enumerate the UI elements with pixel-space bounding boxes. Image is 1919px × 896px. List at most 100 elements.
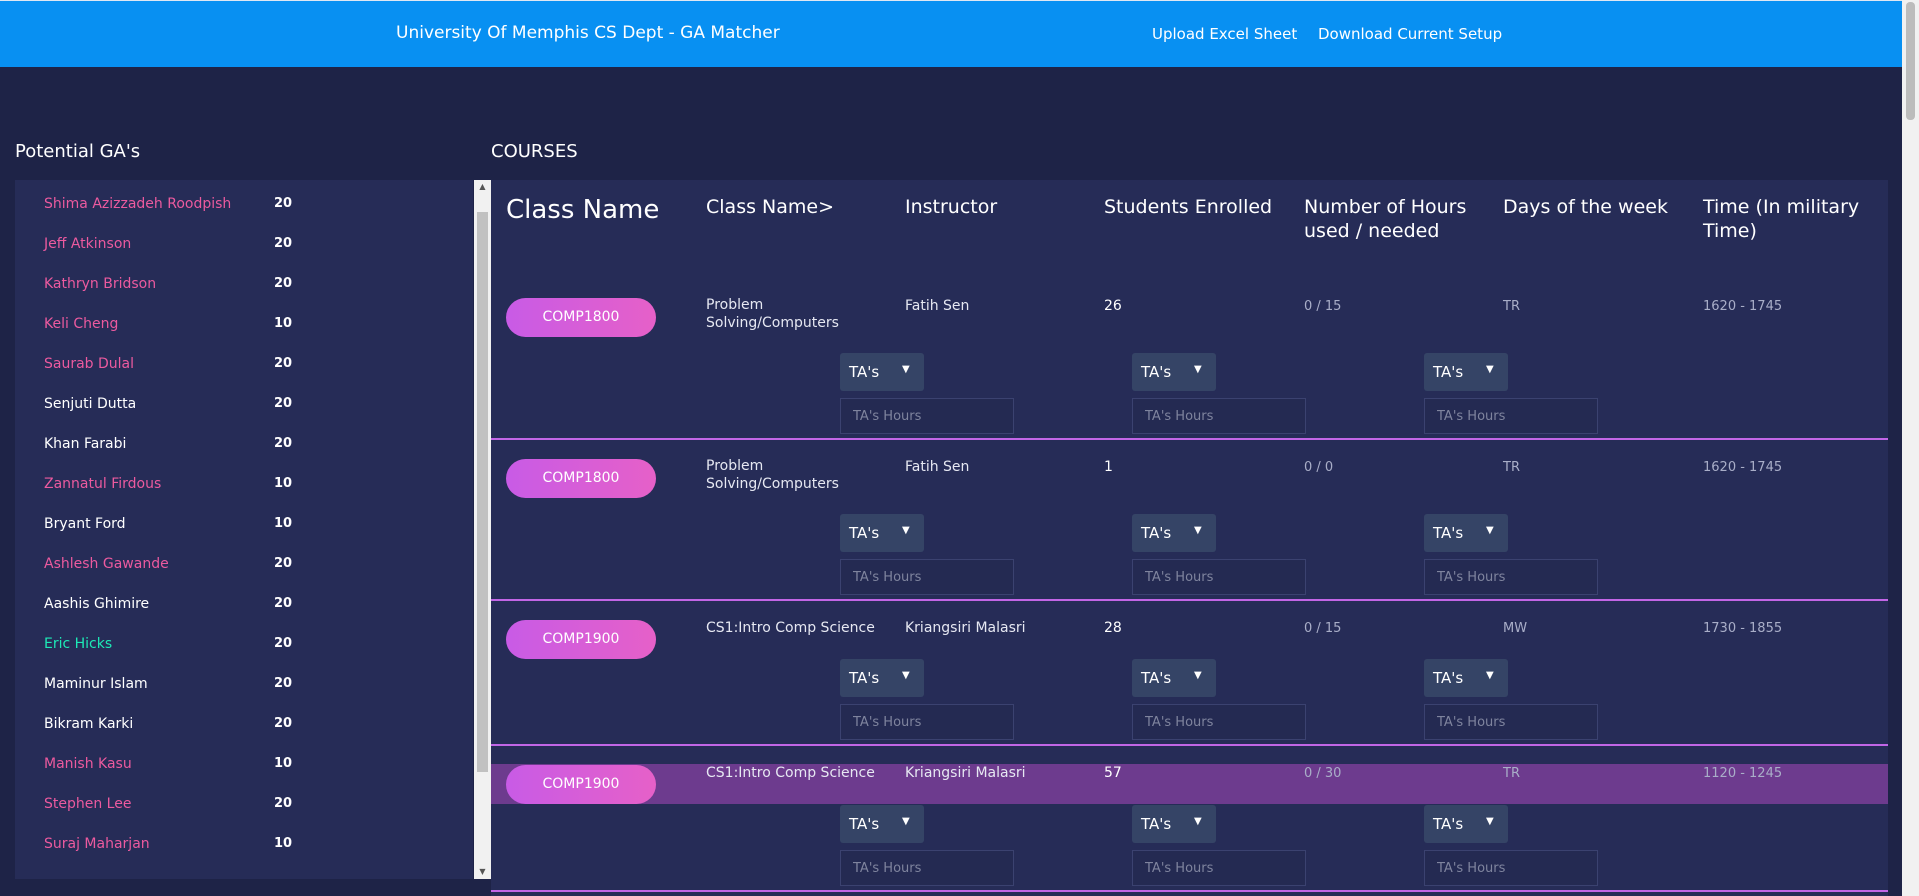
scroll-up-icon[interactable]: ▲ [474, 180, 491, 194]
course-code-button[interactable]: COMP1900 [506, 620, 656, 659]
ga-hours: 10 [274, 516, 293, 531]
course-days: TR [1503, 460, 1520, 475]
col-header-days: Days of the week [1503, 196, 1668, 218]
ga-name: Senjuti Dutta [44, 396, 137, 412]
row-divider [491, 744, 1888, 746]
ga-name: Zannatul Firdous [44, 476, 162, 492]
col-header-time: Time (In military Time) [1703, 196, 1860, 242]
ta-select[interactable]: TA's ▼ [1132, 353, 1216, 391]
course-time: 1620 - 1745 [1703, 299, 1783, 314]
course-hours: 0 / 15 [1304, 621, 1342, 636]
ta-select[interactable]: TA's ▼ [1424, 353, 1508, 391]
col-header-students-enrolled: Students Enrolled [1104, 196, 1273, 218]
ta-hours-input[interactable] [840, 850, 1014, 886]
row-divider [491, 438, 1888, 440]
ta-select[interactable]: TA's ▼ [840, 353, 924, 391]
ga-hours: 20 [274, 436, 293, 451]
ta-select-label: TA's [1433, 815, 1464, 833]
ta-hours-input[interactable] [840, 398, 1014, 434]
ga-list-scrollbar-thumb[interactable] [477, 212, 488, 772]
ga-hours: 10 [274, 756, 293, 771]
course-instructor: Fatih Sen [905, 298, 970, 314]
ta-select[interactable]: TA's ▼ [1424, 805, 1508, 843]
ga-name: Bikram Karki [44, 716, 134, 732]
ga-hours: 20 [274, 236, 293, 251]
ta-select-label: TA's [1141, 815, 1172, 833]
ga-hours: 20 [274, 196, 293, 211]
ga-hours: 20 [274, 676, 293, 691]
page-scrollbar[interactable] [1902, 0, 1919, 896]
course-enrolled: 57 [1104, 765, 1122, 781]
ga-hours: 20 [274, 396, 293, 411]
ga-hours: 10 [274, 476, 293, 491]
col-header-instructor: Instructor [905, 196, 998, 218]
ta-hours-input[interactable] [840, 559, 1014, 595]
course-days: TR [1503, 299, 1520, 314]
course-enrolled: 1 [1104, 459, 1113, 475]
ta-hours-input[interactable] [1132, 704, 1306, 740]
course-hours: 0 / 15 [1304, 299, 1342, 314]
ta-hours-input[interactable] [1424, 559, 1598, 595]
upload-excel-link[interactable]: Upload Excel Sheet [1152, 25, 1297, 43]
course-instructor: Kriangsiri Malasri [905, 765, 1026, 781]
ga-name: Aashis Ghimire [44, 596, 150, 612]
ga-hours: 20 [274, 356, 293, 371]
ga-name: Eric Hicks [44, 636, 113, 652]
ta-hours-input[interactable] [1132, 559, 1306, 595]
ta-select[interactable]: TA's ▼ [1424, 659, 1508, 697]
ga-hours: 10 [274, 316, 293, 331]
chevron-down-icon: ▼ [1194, 364, 1202, 375]
course-instructor: Fatih Sen [905, 459, 970, 475]
courses-title: COURSES [491, 141, 578, 162]
ga-list-scrollbar[interactable]: ▲ ▼ [474, 180, 491, 879]
ta-select[interactable]: TA's ▼ [840, 805, 924, 843]
chevron-down-icon: ▼ [1486, 816, 1494, 827]
ga-hours: 20 [274, 596, 293, 611]
course-hours: 0 / 30 [1304, 766, 1342, 781]
course-code-button[interactable]: COMP1900 [506, 765, 656, 804]
ta-select[interactable]: TA's ▼ [1424, 514, 1508, 552]
ga-name: Ashlesh Gawande [44, 556, 169, 572]
ta-hours-input[interactable] [1424, 704, 1598, 740]
ta-hours-input[interactable] [840, 704, 1014, 740]
col-header-class-name-2: Class Name> [706, 196, 834, 218]
scroll-down-icon[interactable]: ▼ [474, 865, 491, 879]
ta-select[interactable]: TA's ▼ [840, 659, 924, 697]
ga-hours: 20 [274, 276, 293, 291]
course-name: CS1:Intro Comp Science [706, 620, 875, 636]
ga-name: Bryant Ford [44, 516, 126, 532]
ta-hours-input[interactable] [1132, 850, 1306, 886]
ta-hours-input[interactable] [1424, 850, 1598, 886]
download-setup-link[interactable]: Download Current Setup [1318, 25, 1502, 43]
ta-hours-input[interactable] [1424, 398, 1598, 434]
ta-hours-input[interactable] [1132, 398, 1306, 434]
ga-name: Shima Azizzadeh Roodpish [44, 196, 232, 212]
row-divider [491, 599, 1888, 601]
ga-name: Keli Cheng [44, 316, 119, 332]
page-scrollbar-thumb[interactable] [1906, 2, 1915, 120]
chevron-down-icon: ▼ [1486, 670, 1494, 681]
ta-select[interactable]: TA's ▼ [1132, 805, 1216, 843]
ta-select[interactable]: TA's ▼ [840, 514, 924, 552]
potential-gas-title: Potential GA's [15, 141, 141, 162]
course-time: 1620 - 1745 [1703, 460, 1783, 475]
ga-name: Khan Farabi [44, 436, 127, 452]
ga-hours: 20 [274, 556, 293, 571]
course-code-button[interactable]: COMP1800 [506, 298, 656, 337]
chevron-down-icon: ▼ [1486, 525, 1494, 536]
ta-select[interactable]: TA's ▼ [1132, 659, 1216, 697]
ta-select-label: TA's [849, 669, 880, 687]
ga-hours: 20 [274, 796, 293, 811]
top-navbar: University Of Memphis CS Dept - GA Match… [0, 0, 1902, 67]
ta-select-label: TA's [1141, 363, 1172, 381]
ta-select-label: TA's [1141, 669, 1172, 687]
ga-name: Suraj Maharjan [44, 836, 150, 852]
row-divider [491, 890, 1888, 892]
ga-name: Saurab Dulal [44, 356, 135, 372]
ta-select[interactable]: TA's ▼ [1132, 514, 1216, 552]
ta-select-label: TA's [849, 524, 880, 542]
course-hours: 0 / 0 [1304, 460, 1334, 475]
course-days: MW [1503, 621, 1528, 636]
course-code-button[interactable]: COMP1800 [506, 459, 656, 498]
ga-name: Manish Kasu [44, 756, 132, 772]
